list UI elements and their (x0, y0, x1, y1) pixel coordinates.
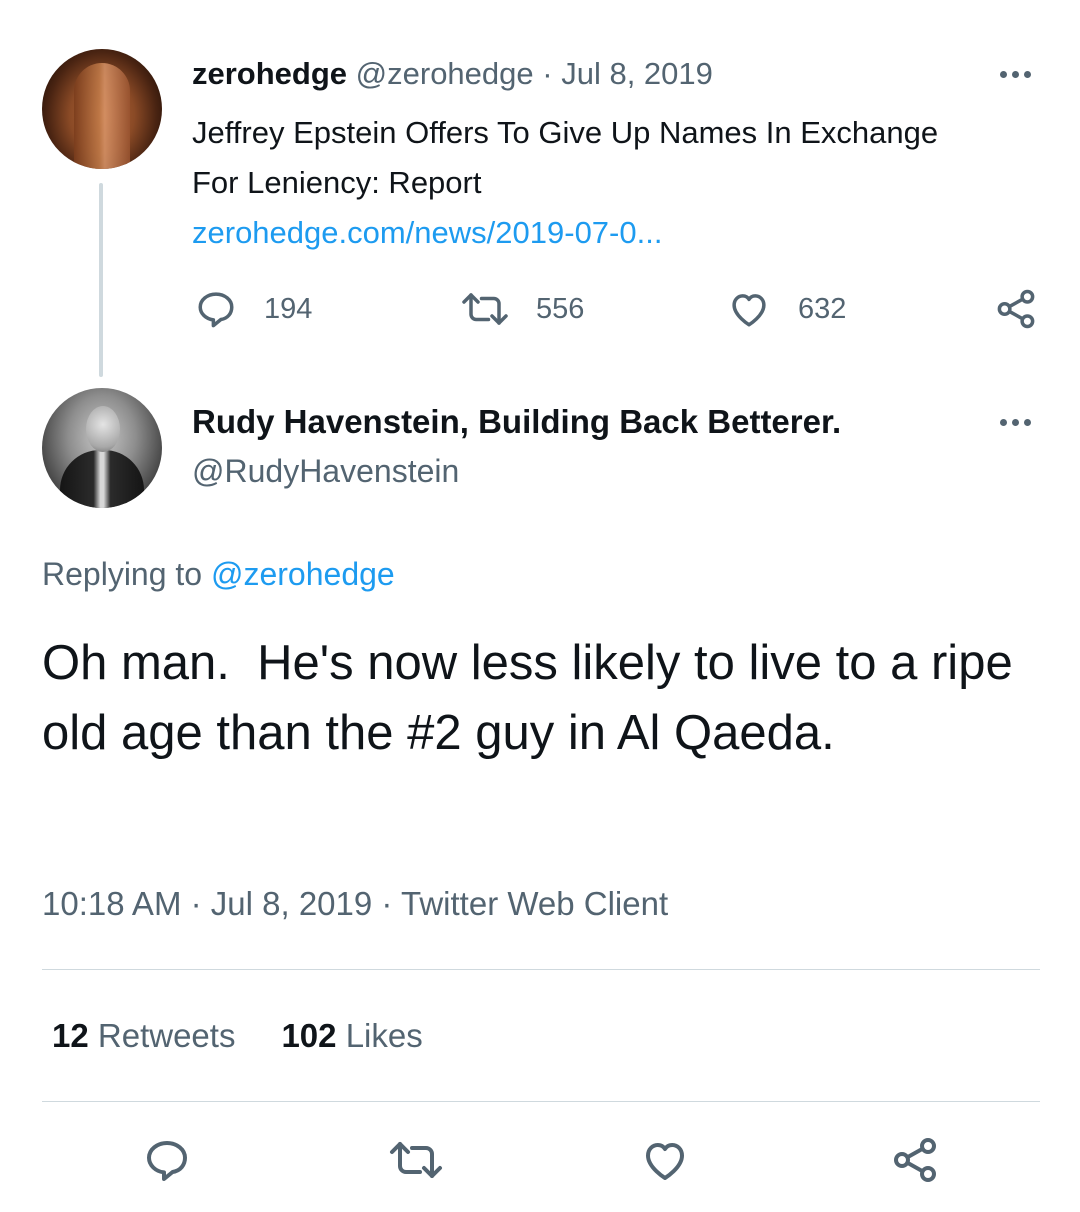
retweet-count: 556 (536, 292, 585, 325)
tweet-time[interactable]: 10:18 AM (42, 885, 181, 922)
like-icon (732, 294, 766, 327)
like-count: 632 (798, 292, 847, 325)
reply-action[interactable]: 194 (194, 288, 312, 330)
likes-count: 102 (281, 1017, 337, 1054)
avatar-face (86, 406, 120, 452)
original-author-name[interactable]: zerohedge (192, 56, 347, 91)
replying-to: Replying to @zerohedge (42, 552, 395, 596)
original-tweet-header: zerohedge @zerohedge · Jul 8, 2019 (192, 54, 713, 94)
avatar-image (74, 63, 130, 169)
reply-button[interactable] (142, 1136, 192, 1189)
like-button[interactable] (640, 1136, 690, 1189)
engagement-stats: 12 Retweets 102 Likes (52, 1014, 423, 1058)
rudy-avatar[interactable] (42, 388, 162, 508)
more-icon[interactable] (1000, 71, 1031, 78)
reply-author-name[interactable]: Rudy Havenstein, Building Back Betterer. (192, 401, 841, 443)
tweet-client[interactable]: Twitter Web Client (401, 885, 668, 922)
share-action[interactable] (994, 288, 1038, 330)
header-separator: · (542, 56, 553, 91)
like-icon (646, 1143, 684, 1180)
likes-label: Likes (345, 1017, 423, 1054)
original-tweet-text: Jeffrey Epstein Offers To Give Up Names … (192, 115, 939, 200)
divider (42, 1101, 1040, 1102)
reply-count: 194 (264, 292, 313, 325)
reply-tweet-text: Oh man. He's now less likely to live to … (42, 636, 1027, 760)
likes-stat[interactable]: 102 Likes (281, 1017, 422, 1054)
tweet-metadata: 10:18 AM · Jul 8, 2019 · Twitter Web Cli… (42, 882, 668, 926)
retweet-icon (390, 1142, 442, 1178)
original-tweet-link[interactable]: zerohedge.com/news/2019-07-0... (192, 208, 662, 258)
retweet-icon (462, 293, 508, 325)
retweet-action[interactable]: 556 (460, 288, 584, 330)
tweet-date[interactable]: Jul 8, 2019 (211, 885, 372, 922)
avatar-coat (60, 450, 144, 508)
replying-to-handle[interactable]: @zerohedge (211, 556, 395, 592)
original-tweet-date[interactable]: Jul 8, 2019 (561, 56, 713, 91)
share-icon (997, 289, 1035, 329)
zerohedge-avatar[interactable] (42, 49, 162, 169)
retweets-count: 12 (52, 1017, 89, 1054)
meta-separator: · (190, 885, 202, 922)
replying-label: Replying to (42, 556, 203, 592)
thread-connector-line (99, 183, 103, 377)
more-icon[interactable] (1000, 419, 1031, 426)
original-author-handle[interactable]: @zerohedge (356, 56, 534, 91)
like-action[interactable]: 632 (726, 288, 846, 330)
retweets-label: Retweets (97, 1017, 236, 1054)
retweets-stat[interactable]: 12 Retweets (52, 1017, 235, 1054)
retweet-button[interactable] (388, 1136, 444, 1189)
reply-author-handle[interactable]: @RudyHavenstein (192, 450, 459, 492)
share-button[interactable] (890, 1136, 940, 1189)
meta-separator: · (381, 885, 393, 922)
reply-icon (147, 1141, 187, 1181)
divider (42, 969, 1040, 970)
share-icon (894, 1138, 936, 1182)
reply-icon (198, 292, 234, 328)
